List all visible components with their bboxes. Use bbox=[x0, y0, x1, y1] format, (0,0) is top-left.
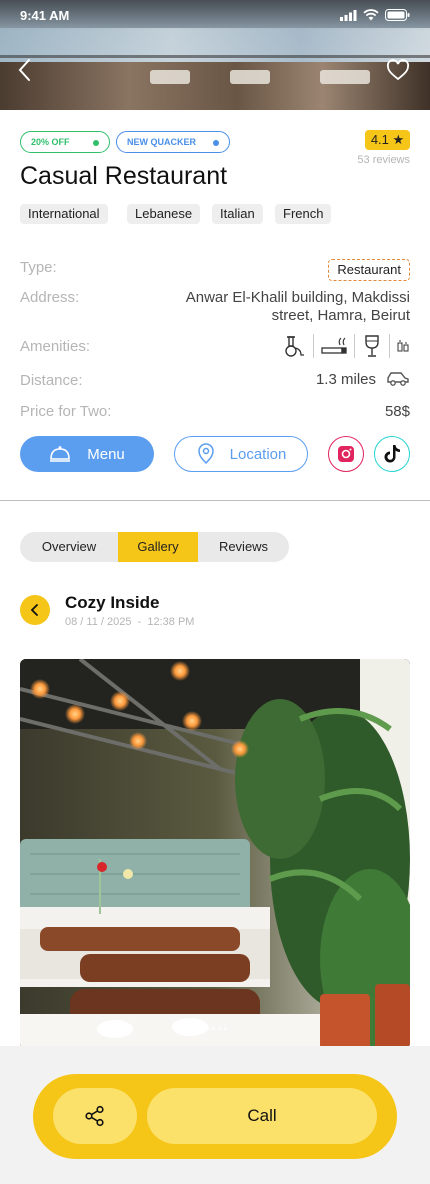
type-label: Type: bbox=[20, 259, 57, 276]
location-pin-icon bbox=[197, 443, 214, 465]
hookah-icon bbox=[285, 336, 304, 357]
restaurant-interior-illustration bbox=[20, 659, 410, 1049]
rating-value: 4.1 bbox=[370, 132, 389, 147]
cloche-icon bbox=[50, 446, 71, 462]
status-icons bbox=[340, 9, 410, 21]
hero-table bbox=[320, 70, 370, 84]
star-icon: ★ bbox=[392, 132, 405, 147]
promo-badge-new[interactable]: NEW QUACKER bbox=[116, 131, 230, 153]
promo-badge-discount[interactable]: 20% OFF bbox=[20, 131, 110, 153]
tab-gallery[interactable]: Gallery bbox=[118, 532, 198, 562]
promo-label: 20% OFF bbox=[31, 137, 70, 147]
car-icon bbox=[387, 372, 409, 386]
hero-railing bbox=[0, 55, 430, 58]
promo-label: NEW QUACKER bbox=[127, 137, 196, 147]
amenities-label: Amenities: bbox=[20, 338, 91, 355]
tab-overview[interactable]: Overview bbox=[20, 532, 118, 562]
menu-button[interactable]: Menu bbox=[20, 436, 154, 472]
review-count[interactable]: 53 reviews bbox=[357, 154, 410, 166]
bottom-action-bar: Call bbox=[33, 1074, 397, 1159]
section-divider bbox=[0, 500, 430, 501]
battery-icon bbox=[385, 9, 410, 21]
distance-value: 1.3 miles bbox=[315, 370, 376, 388]
bar-icon bbox=[397, 340, 409, 352]
wifi-icon bbox=[363, 9, 379, 21]
amenity-divider bbox=[389, 334, 390, 358]
distance-label: Distance: bbox=[20, 372, 83, 389]
tab-reviews[interactable]: Reviews bbox=[198, 532, 289, 562]
menu-button-label: Menu bbox=[87, 445, 125, 463]
address-line2: street, Hamra, Beirut bbox=[271, 307, 410, 324]
hero-table bbox=[230, 70, 270, 84]
carousel-dot[interactable] bbox=[211, 1027, 215, 1030]
call-button[interactable]: Call bbox=[147, 1088, 377, 1144]
call-button-label: Call bbox=[247, 1106, 277, 1125]
gallery-time: 12:38 PM bbox=[147, 616, 195, 628]
signal-icon bbox=[340, 9, 357, 21]
type-badge: Restaurant bbox=[328, 259, 410, 281]
gallery-separator: - bbox=[137, 616, 142, 628]
carousel-dot[interactable] bbox=[217, 1027, 221, 1030]
status-bar: 9:41 AM bbox=[20, 8, 410, 24]
gallery-back-button[interactable] bbox=[20, 595, 50, 625]
wine-glass-icon bbox=[365, 335, 379, 357]
instagram-icon bbox=[338, 446, 354, 462]
cuisine-tag: French bbox=[275, 204, 332, 224]
promo-dot bbox=[213, 140, 219, 146]
location-button-label: Location bbox=[229, 445, 287, 463]
amenity-divider bbox=[313, 334, 314, 358]
carousel-dots bbox=[20, 1026, 410, 1031]
amenity-divider bbox=[354, 334, 355, 358]
heart-icon bbox=[386, 59, 410, 81]
tiktok-button[interactable] bbox=[374, 436, 410, 472]
gallery-date: 08 / 11 / 2025 bbox=[65, 616, 132, 628]
rating-badge: 4.1 ★ bbox=[365, 130, 410, 150]
page-title: Casual Restaurant bbox=[20, 162, 228, 190]
carousel-dot[interactable] bbox=[223, 1027, 227, 1030]
cuisine-tag: Italian bbox=[212, 204, 263, 224]
status-time: 9:41 AM bbox=[20, 8, 70, 23]
amenities-list bbox=[279, 333, 410, 359]
favorite-button[interactable] bbox=[386, 58, 410, 82]
address-label: Address: bbox=[20, 289, 80, 306]
price-label: Price for Two: bbox=[20, 403, 112, 420]
gallery-title: Cozy Inside bbox=[65, 593, 160, 612]
back-button[interactable] bbox=[14, 58, 38, 82]
share-button[interactable] bbox=[53, 1088, 137, 1144]
tab-bar: Overview Gallery Reviews bbox=[20, 532, 289, 562]
promo-dot bbox=[93, 140, 99, 146]
cuisine-tag: Lebanese bbox=[127, 204, 201, 224]
address-line1: Anwar El-Khalil building, Makdissi bbox=[185, 289, 410, 306]
instagram-button[interactable] bbox=[328, 436, 364, 472]
carousel-dot-active[interactable] bbox=[203, 1026, 209, 1031]
share-icon bbox=[85, 1105, 104, 1127]
chevron-left-icon bbox=[30, 604, 38, 616]
price-value: 58$ bbox=[384, 403, 410, 420]
chevron-left-icon bbox=[18, 59, 30, 81]
location-button[interactable]: Location bbox=[174, 436, 308, 472]
distance-value-group: 1.3 miles bbox=[316, 370, 410, 388]
gallery-photo[interactable] bbox=[20, 659, 410, 1049]
gallery-timestamp: 08 / 11 / 2025 - 12:38 PM bbox=[65, 616, 194, 628]
smoking-icon bbox=[321, 337, 347, 354]
tiktok-icon bbox=[384, 445, 400, 463]
hero-table bbox=[150, 70, 190, 84]
cuisine-tag: International bbox=[20, 204, 108, 224]
